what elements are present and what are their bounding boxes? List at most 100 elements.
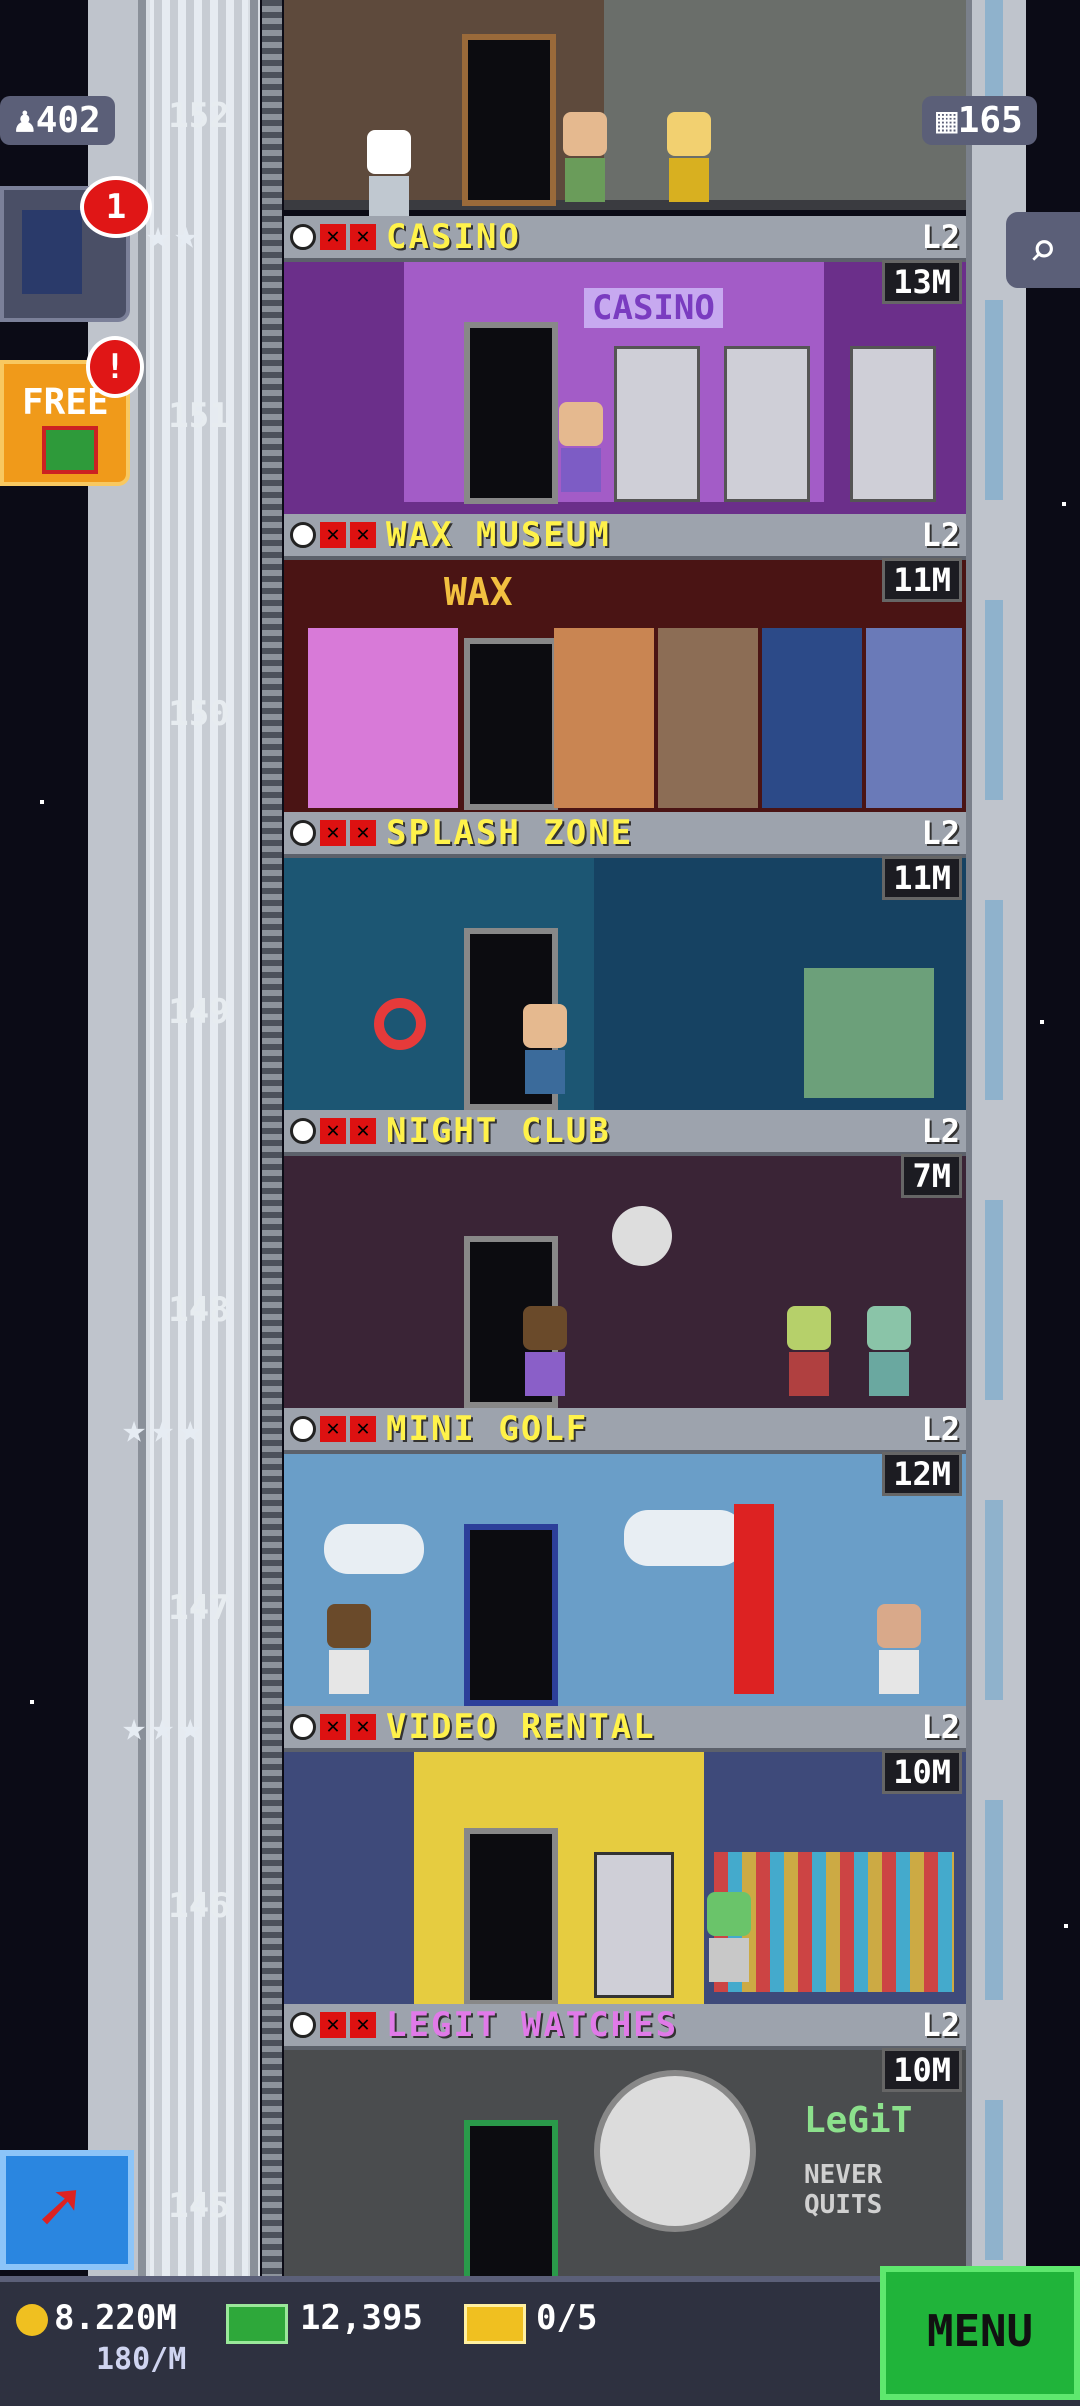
tower-stairs	[262, 0, 282, 2280]
star-icon: ★	[178, 1704, 203, 1750]
slot-machine	[850, 346, 936, 502]
population-counter[interactable]: ♟402	[0, 96, 115, 145]
floor-video-rental[interactable]: ✕ ✕ VIDEO RENTAL L2 10M	[284, 1706, 966, 2006]
lifebuoy	[374, 998, 426, 1050]
free-badge: !	[86, 336, 144, 398]
exhibit	[658, 628, 758, 808]
star-icon: ★	[122, 1406, 147, 1452]
floor-header: ✕ ✕ WAX MUSEUM L2	[284, 514, 966, 560]
resident	[364, 130, 414, 220]
hero-badge: 1	[80, 176, 152, 238]
floor-room: WAX	[284, 560, 966, 814]
income-badge: 11M	[882, 558, 962, 602]
elevator-up-button[interactable]: ➚	[0, 2150, 134, 2270]
floor-counter[interactable]: ▦165	[922, 96, 1037, 145]
floor-name: NIGHT CLUB	[386, 1111, 611, 1151]
x-icon: ✕	[350, 1118, 376, 1144]
floor-header: ✕ ✕ SPLASH ZONE L2	[284, 812, 966, 858]
window-panel	[985, 900, 1003, 1100]
clock-icon	[290, 820, 316, 846]
clock-display	[594, 2070, 756, 2232]
floor-number: 145	[168, 2186, 230, 2226]
clock-icon	[290, 1416, 316, 1442]
top-room-climbing[interactable]	[284, 0, 966, 220]
legit-slogan: NEVER QUITS	[804, 2160, 883, 2220]
income-badge: 10M	[882, 1750, 962, 1794]
x-icon: ✕	[320, 1118, 346, 1144]
x-icon: ✕	[350, 522, 376, 548]
floor-name: SPLASH ZONE	[386, 813, 634, 853]
top-room-door	[462, 34, 556, 206]
bux-icon	[226, 2304, 288, 2344]
floor-mini-golf[interactable]: ✕ ✕ MINI GOLF L2 12M	[284, 1408, 966, 1708]
cloud	[624, 1510, 744, 1566]
floor-legit-watches[interactable]: ✕ ✕ LEGIT WATCHES L2 LeGiT NEVER QUITS 10…	[284, 2004, 966, 2304]
elevator-column	[150, 0, 248, 2280]
menu-button[interactable]: MENU	[880, 2266, 1080, 2400]
resident	[874, 1604, 924, 1694]
exhibit	[866, 628, 962, 808]
slot-machine	[724, 346, 810, 502]
cloud	[324, 1524, 424, 1574]
gift-icon	[42, 426, 98, 474]
floor-header: ✕ ✕ MINI GOLF L2	[284, 1408, 966, 1454]
room-door	[464, 638, 558, 810]
star-icon: ★	[122, 1704, 147, 1750]
x-icon: ✕	[350, 224, 376, 250]
resident	[520, 1306, 570, 1396]
star-rating: ★ ★	[146, 212, 198, 258]
room-door	[464, 322, 558, 504]
slot-machine	[614, 346, 700, 502]
floor-number: 146	[168, 1886, 230, 1926]
x-icon: ✕	[320, 224, 346, 250]
resident	[560, 112, 610, 202]
income-badge: 11M	[882, 856, 962, 900]
x-icon: ✕	[320, 820, 346, 846]
floor-room	[284, 858, 966, 1112]
floor-level: L2	[921, 1410, 960, 1448]
person-icon: ♟	[14, 100, 36, 141]
floor-level: L2	[921, 218, 960, 256]
floor-room: CASINO	[284, 262, 966, 516]
income-badge: 13M	[882, 260, 962, 304]
window-panel	[985, 600, 1003, 800]
legit-sign: LeGiT	[804, 2100, 913, 2141]
window-panel	[985, 1500, 1003, 1700]
floor-name: LEGIT WATCHES	[386, 2005, 679, 2045]
coins-rate: 180/M	[96, 2342, 187, 2377]
window-panel	[985, 1800, 1003, 2000]
star-rating: ★ ★ ★	[122, 1406, 202, 1452]
coin-icon	[16, 2304, 48, 2336]
star-icon: ★	[174, 212, 199, 258]
floor-header: ✕ ✕ NIGHT CLUB L2	[284, 1110, 966, 1156]
floor-level: L2	[921, 1708, 960, 1746]
floor-level: L2	[921, 2006, 960, 2044]
x-icon: ✕	[350, 1416, 376, 1442]
search-button[interactable]: ⌕	[1006, 212, 1080, 288]
floor-night-club[interactable]: ✕ ✕ NIGHT CLUB L2 7M	[284, 1110, 966, 1410]
floor-name: CASINO	[386, 217, 521, 257]
floor-number: 150	[168, 694, 230, 734]
room-door	[464, 2120, 558, 2292]
windmill	[734, 1504, 774, 1694]
x-icon: ✕	[320, 1416, 346, 1442]
palm-trees	[804, 968, 934, 1098]
clock-icon	[290, 1118, 316, 1144]
floor-number: 152	[168, 96, 230, 136]
floor-casino[interactable]: ✕ ✕ CASINO L2 CASINO 13M	[284, 216, 966, 516]
floor-name: MINI GOLF	[386, 1409, 589, 1449]
floor-room	[284, 1752, 966, 2006]
x-icon: ✕	[350, 2012, 376, 2038]
window-panel	[985, 300, 1003, 500]
income-badge: 7M	[901, 1154, 962, 1198]
star-icon: ★	[146, 212, 171, 258]
search-icon: ⌕	[1028, 222, 1058, 278]
arrow-icon: ➚	[38, 2166, 81, 2248]
floor-header: ✕ ✕ LEGIT WATCHES L2	[284, 2004, 966, 2050]
floor-wax-museum[interactable]: ✕ ✕ WAX MUSEUM L2 WAX 11M	[284, 514, 966, 814]
building-icon: ▦	[936, 100, 958, 141]
floor-splash-zone[interactable]: ✕ ✕ SPLASH ZONE L2 11M	[284, 812, 966, 1112]
disco-ball	[612, 1206, 672, 1266]
star-rating: ★ ★ ★	[122, 1704, 202, 1750]
income-badge: 10M	[882, 2048, 962, 2092]
